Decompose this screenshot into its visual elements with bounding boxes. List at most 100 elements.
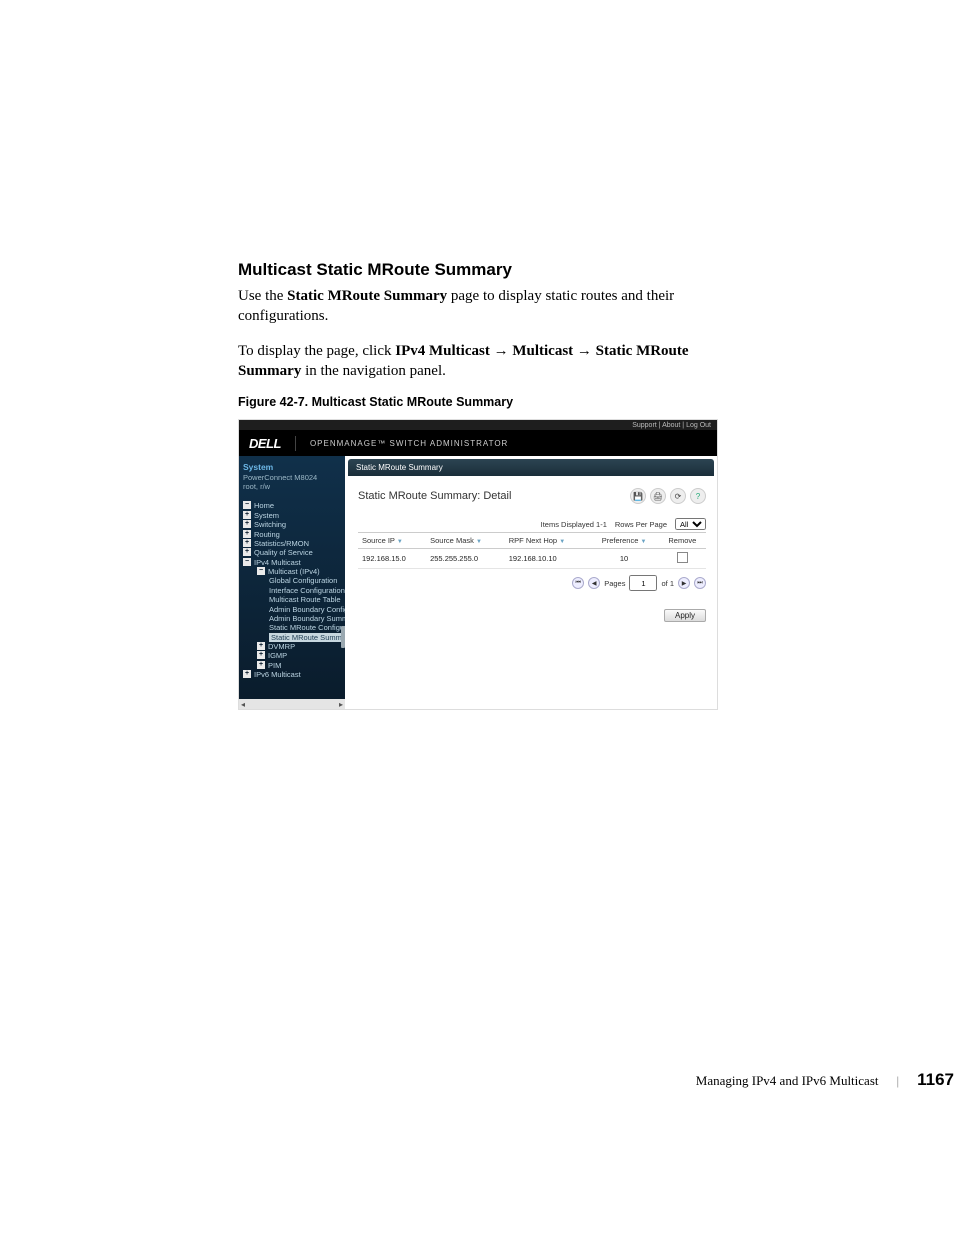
save-icon[interactable]: 💾 xyxy=(630,488,646,504)
sidebar-hscroll[interactable]: ◂ ▸ xyxy=(239,699,345,709)
expand-icon[interactable] xyxy=(243,548,251,556)
collapse-icon[interactable] xyxy=(243,558,251,566)
sidebar-item[interactable]: Routing xyxy=(243,530,345,539)
sidebar-item-label: System xyxy=(254,511,279,520)
text: Use the xyxy=(238,288,287,304)
pager-last-icon[interactable]: ⏭ xyxy=(694,577,706,589)
sidebar-item-label: Switching xyxy=(254,520,286,529)
sidebar-item-label: IPv4 Multicast xyxy=(254,558,301,567)
expand-icon[interactable] xyxy=(243,520,251,528)
table-meta: Items Displayed 1-1 Rows Per Page All xyxy=(358,518,706,530)
sidebar-item[interactable]: Static MRoute Configuration xyxy=(243,623,345,632)
pager-next-icon[interactable]: ▶ xyxy=(678,577,690,589)
sort-icon: ▼ xyxy=(397,539,403,545)
sidebar-item[interactable]: DVMRP xyxy=(243,642,345,651)
remove-checkbox[interactable] xyxy=(677,552,688,563)
sidebar-item-label: IGMP xyxy=(268,651,287,660)
nav-ipv4-multicast: IPv4 Multicast xyxy=(395,343,490,359)
sidebar-item-label: Statistics/RMON xyxy=(254,539,309,548)
expand-icon[interactable] xyxy=(257,642,265,650)
sidebar-item[interactable]: Home xyxy=(243,501,345,510)
rows-per-page-label: Rows Per Page xyxy=(615,520,667,529)
col-source-mask[interactable]: Source Mask ▼ xyxy=(426,533,505,549)
sidebar-item-label: PIM xyxy=(268,661,281,670)
sidebar-item[interactable]: IPv4 Multicast xyxy=(243,558,345,567)
sidebar-item[interactable]: Global Configuration xyxy=(243,576,345,585)
expand-icon[interactable] xyxy=(243,670,251,678)
dell-logo: DELL xyxy=(249,436,296,451)
table-row: 192.168.15.0 255.255.255.0 192.168.10.10… xyxy=(358,549,706,569)
hscroll-left-icon[interactable]: ◂ xyxy=(241,700,245,709)
body-paragraph-2: To display the page, click IPv4 Multicas… xyxy=(238,341,716,382)
footer-chapter: Managing IPv4 and IPv6 Multicast xyxy=(696,1073,879,1089)
rows-per-page-select[interactable]: All xyxy=(675,518,706,530)
footer-divider: | xyxy=(897,1073,900,1089)
cell-remove xyxy=(659,549,706,569)
pager-first-icon[interactable]: ⏮ xyxy=(572,577,584,589)
cell-source-mask: 255.255.255.0 xyxy=(426,549,505,569)
sidebar-item[interactable]: Interface Configuration xyxy=(243,586,345,595)
sidebar-item[interactable]: PIM xyxy=(243,661,345,670)
link-logout[interactable]: Log Out xyxy=(686,422,711,429)
col-preference[interactable]: Preference ▼ xyxy=(589,533,658,549)
topbar-links: Support | About | Log Out xyxy=(632,422,711,429)
arrow-icon: → xyxy=(490,343,513,359)
footer-page-number: 1167 xyxy=(917,1070,954,1090)
sidebar-item[interactable]: Multicast (IPv4) xyxy=(243,567,345,576)
app-brandbar: DELL OPENMANAGE™ SWITCH ADMINISTRATOR xyxy=(239,430,717,456)
sidebar-item-label: Multicast Route Table xyxy=(269,595,341,604)
embedded-app-screenshot: Support | About | Log Out DELL OPENMANAG… xyxy=(238,419,718,710)
expand-icon[interactable] xyxy=(243,511,251,519)
pager-prev-icon[interactable]: ◀ xyxy=(588,577,600,589)
text: To display the page, click xyxy=(238,343,395,359)
hscroll-right-icon[interactable]: ▸ xyxy=(339,700,343,709)
apply-button[interactable]: Apply xyxy=(664,609,706,622)
sidebar-item[interactable]: Quality of Service xyxy=(243,548,345,557)
sidebar-item[interactable]: Statistics/RMON xyxy=(243,539,345,548)
cell-rpf-next-hop: 192.168.10.10 xyxy=(505,549,590,569)
sidebar-item[interactable]: Switching xyxy=(243,520,345,529)
panel-title: Static MRoute Summary: Detail xyxy=(358,490,511,502)
sidebar-item-label: Static MRoute Configuration xyxy=(269,623,345,632)
link-about[interactable]: About xyxy=(662,422,680,429)
pager-current-input[interactable] xyxy=(629,575,657,591)
collapse-icon[interactable] xyxy=(257,567,265,575)
breadcrumb: Static MRoute Summary xyxy=(348,459,714,476)
expand-icon[interactable] xyxy=(243,530,251,538)
panel: Static MRoute Summary: Detail 💾 🖨 ⟳ ? It… xyxy=(348,478,714,696)
items-displayed: Items Displayed 1-1 xyxy=(541,520,607,529)
figure-caption: Figure 42-7. Multicast Static MRoute Sum… xyxy=(238,395,716,409)
term-static-mroute-summary: Static MRoute Summary xyxy=(287,288,447,304)
sidebar-nav: HomeSystemSwitchingRoutingStatistics/RMO… xyxy=(243,501,345,679)
collapse-icon[interactable] xyxy=(243,501,251,509)
expand-icon[interactable] xyxy=(257,661,265,669)
expand-icon[interactable] xyxy=(243,539,251,547)
sidebar-item[interactable]: IPv6 Multicast xyxy=(243,670,345,679)
sidebar-item-label: Admin Boundary Summary xyxy=(269,614,345,623)
col-rpf-next-hop[interactable]: RPF Next Hop ▼ xyxy=(505,533,590,549)
page-footer: Managing IPv4 and IPv6 Multicast | 1167 xyxy=(0,1070,954,1090)
refresh-icon[interactable]: ⟳ xyxy=(670,488,686,504)
sidebar-item[interactable]: Admin Boundary Configuration xyxy=(243,605,345,614)
sidebar-item[interactable]: Multicast Route Table xyxy=(243,595,345,604)
col-source-ip[interactable]: Source IP ▼ xyxy=(358,533,426,549)
print-icon[interactable]: 🖨 xyxy=(650,488,666,504)
expand-icon[interactable] xyxy=(257,651,265,659)
sidebar-item-label: Quality of Service xyxy=(254,548,313,557)
sidebar-item[interactable]: Admin Boundary Summary xyxy=(243,614,345,623)
sidebar-item-label: Interface Configuration xyxy=(269,586,345,595)
help-icon[interactable]: ? xyxy=(690,488,706,504)
cell-source-ip: 192.168.15.0 xyxy=(358,549,426,569)
sidebar-item[interactable]: System xyxy=(243,511,345,520)
link-support[interactable]: Support xyxy=(632,422,657,429)
body-paragraph-1: Use the Static MRoute Summary page to di… xyxy=(238,286,716,327)
nav-multicast: Multicast xyxy=(512,343,573,359)
sidebar-item[interactable]: Static MRoute Summary xyxy=(243,633,345,642)
sidebar-item-label: IPv6 Multicast xyxy=(254,670,301,679)
sidebar-item-label: Routing xyxy=(254,530,280,539)
sidebar-item[interactable]: IGMP xyxy=(243,651,345,660)
panel-actions: 💾 🖨 ⟳ ? xyxy=(630,488,706,504)
sort-icon: ▼ xyxy=(559,539,565,545)
sidebar-vscroll-handle[interactable] xyxy=(341,626,345,648)
pager-pages-label: Pages xyxy=(604,579,625,588)
